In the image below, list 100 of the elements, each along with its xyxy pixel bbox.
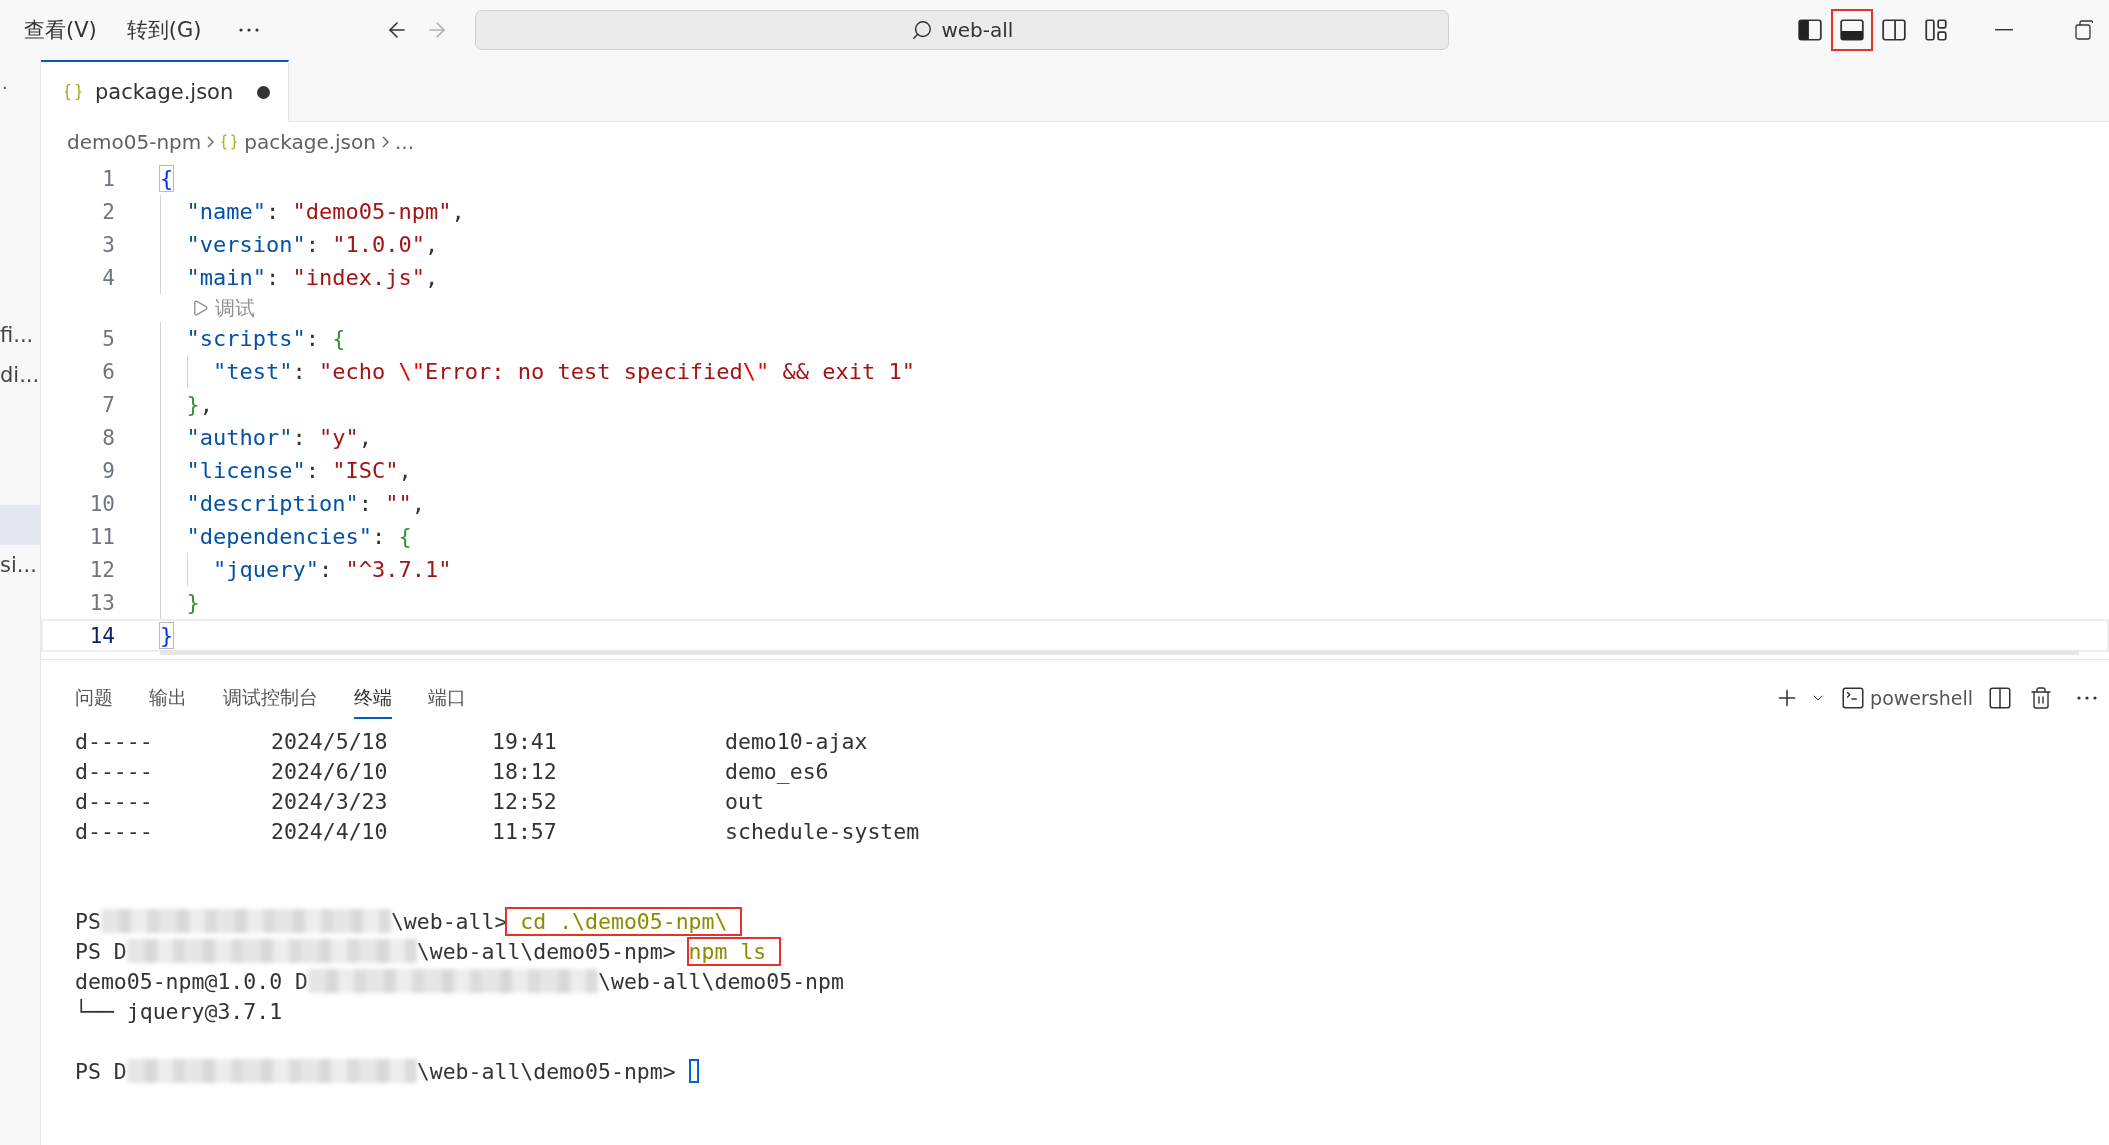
ellipsis-icon <box>239 28 260 32</box>
terminal-text: d----- <box>75 758 154 784</box>
layout-icon <box>1923 17 1950 43</box>
code-token: , <box>411 491 425 516</box>
code-token: , <box>451 199 465 224</box>
terminal-text: \web-all> <box>390 908 508 934</box>
terminal-text: └── jquery@3.7.1 <box>75 998 283 1024</box>
terminal-text: 12:52 <box>492 788 558 814</box>
code-token: "name" <box>186 199 266 224</box>
sidebar-toggle-icon <box>1797 17 1824 43</box>
code-token: : <box>358 491 373 516</box>
code-token: , <box>424 265 439 290</box>
code-token: : <box>292 359 307 384</box>
code-token: { <box>160 166 174 191</box>
editor-tab[interactable]: package.json <box>41 60 290 122</box>
terminal-text: 2024/5/18 <box>271 728 389 754</box>
terminal-text: PS D <box>75 938 127 964</box>
terminal-text: 19:41 <box>492 728 558 754</box>
breadcrumb-item[interactable]: ... <box>394 130 414 154</box>
code-token: "" <box>385 491 412 516</box>
terminal-icon <box>1840 685 1867 711</box>
panel-tab[interactable]: 问题 <box>75 677 113 719</box>
terminal-name[interactable]: powershell <box>1870 687 1973 709</box>
json-file-icon <box>63 82 83 102</box>
code-token: } <box>160 623 174 648</box>
terminal-text: schedule-system <box>725 818 921 844</box>
split-icon <box>1987 685 2013 711</box>
code-token: "license" <box>186 458 306 483</box>
code-token: , <box>199 392 213 417</box>
terminal-text: 2024/6/10 <box>271 758 389 784</box>
terminal-text: \web-all\demo05-npm <box>598 968 844 994</box>
trash-icon <box>2029 686 2053 710</box>
terminal-cursor <box>688 1059 699 1083</box>
terminal-text: d----- <box>75 818 154 844</box>
chevron-right-icon <box>207 136 215 148</box>
line-number: 4 <box>101 265 115 290</box>
code-token: "version" <box>186 232 306 257</box>
layout-toggle-button[interactable] <box>1831 9 1874 51</box>
breadcrumb-item[interactable]: demo05-npm <box>67 130 202 154</box>
code-token: : <box>292 425 307 450</box>
line-number: 10 <box>88 491 115 516</box>
line-number: 13 <box>88 590 115 615</box>
code-token: : <box>266 199 281 224</box>
code-token: , <box>398 458 412 483</box>
sidebar-item[interactable]: di... <box>0 355 40 395</box>
secondary-sidebar-toggle-icon <box>1881 17 1908 43</box>
terminal-command: cd .\demo05-npm\ <box>507 908 741 934</box>
code-token: : <box>318 557 334 582</box>
code-token: : <box>305 232 320 257</box>
terminal-text: demo_es6 <box>725 758 830 784</box>
menu-item[interactable]: 查看(V) <box>24 12 97 48</box>
code-token: "index.js" <box>292 265 425 290</box>
line-number: 5 <box>101 326 115 351</box>
command-search-field[interactable]: web-all <box>475 10 1450 50</box>
code-token: Error: no test specified <box>424 359 743 384</box>
code-token: { <box>398 524 412 549</box>
terminal-text: 11:57 <box>492 818 558 844</box>
code-token: "scripts" <box>186 326 306 351</box>
breadcrumb-item[interactable]: package.json <box>244 130 376 154</box>
terminal-text: \web-all\demo05-npm> <box>416 938 677 964</box>
code-token: : <box>305 326 320 351</box>
terminal-text: 2024/3/23 <box>271 788 389 814</box>
panel-tab[interactable]: 终端 <box>354 677 392 719</box>
sidebar-item[interactable]: si... <box>0 545 40 585</box>
panel-tab[interactable]: 调试控制台 <box>223 677 318 719</box>
code-token: "demo05-npm" <box>292 199 452 224</box>
code-token: \" <box>742 359 770 384</box>
ellipsis-icon <box>2077 696 2097 700</box>
code-token: "author" <box>186 425 293 450</box>
panel-tab[interactable]: 输出 <box>149 677 187 719</box>
code-token: , <box>358 425 372 450</box>
line-number: 9 <box>101 458 115 483</box>
sidebar-marker: · <box>2 78 9 98</box>
code-token: "ISC" <box>332 458 399 483</box>
scrollbar[interactable] <box>160 650 2079 655</box>
line-number: 6 <box>101 359 115 384</box>
code-token: : <box>371 524 387 549</box>
line-number: 2 <box>101 199 115 224</box>
terminal-text: d----- <box>75 788 154 814</box>
panel-tab[interactable]: 端口 <box>428 677 466 719</box>
line-number: 1 <box>101 166 115 191</box>
terminal-text: demo10-ajax <box>725 728 869 754</box>
code-token: "echo <box>319 359 387 384</box>
code-token: , <box>424 232 439 257</box>
terminal-text: 18:12 <box>492 758 558 784</box>
code-token: : <box>266 265 281 290</box>
terminal-command: npm ls <box>688 938 780 964</box>
terminal-text: PS <box>75 908 101 934</box>
code-token: "description" <box>186 491 359 516</box>
restore-icon <box>2075 20 2094 40</box>
terminal-text: demo05-npm@1.0.0 D <box>75 968 308 994</box>
code-token: } <box>186 392 200 417</box>
sidebar-item[interactable]: fi... <box>0 315 40 355</box>
code-token: "test" <box>213 359 293 384</box>
minimize-icon <box>1995 29 2014 31</box>
code-token: } <box>186 590 200 615</box>
line-number: 8 <box>101 425 115 450</box>
terminal-text: out <box>725 788 765 814</box>
menu-item[interactable]: 转到(G) <box>126 12 202 48</box>
terminal-text: PS D <box>75 1058 127 1084</box>
